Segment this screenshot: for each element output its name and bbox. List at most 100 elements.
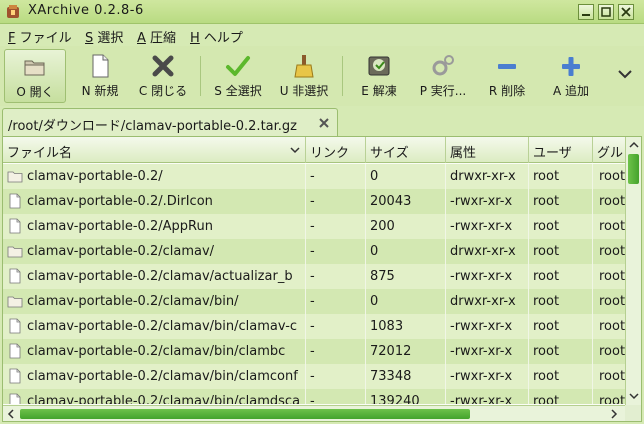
close-window-button[interactable] xyxy=(618,4,634,20)
cell-link: - xyxy=(306,239,366,264)
column-header-attr-label: 属性 xyxy=(450,146,477,161)
menu-help-label: ヘルプ xyxy=(199,31,243,46)
cell-attributes: -rwxr-xr-x xyxy=(446,189,529,214)
delete-button-label: R 削除 xyxy=(488,84,526,98)
tab-archive[interactable]: /root/ダウンロード/clamav-portable-0.2.tar.gz xyxy=(2,108,338,136)
cell-attributes: -rwxr-xr-x xyxy=(446,314,529,339)
cell-size: 875 xyxy=(366,264,446,289)
menu-select[interactable]: S 選択 xyxy=(85,27,123,46)
table-row[interactable]: clamav-portable-0.2/clamav/bin/clamdsca -… xyxy=(3,389,625,404)
file-name: clamav-portable-0.2/clamav/ xyxy=(27,244,215,259)
deselect-button[interactable]: U 非選択 xyxy=(272,49,336,103)
chevron-down-icon[interactable] xyxy=(615,64,635,84)
column-header-group-label: グル xyxy=(597,146,624,161)
cell-link: - xyxy=(306,389,366,404)
cell-user: root xyxy=(529,339,593,364)
file-name: clamav-portable-0.2/clamav/actualizar_b xyxy=(27,269,293,284)
cell-size: 0 xyxy=(366,239,446,264)
file-list: ファイル名 リンク サイズ 属性 ユーザ グル clamav-portable-… xyxy=(2,136,642,422)
extract-button[interactable]: E 解凍 xyxy=(350,49,408,103)
execute-button[interactable]: P 実行... xyxy=(412,49,474,103)
column-header-user[interactable]: ユーザ xyxy=(529,137,593,163)
column-header-group[interactable]: グル xyxy=(593,137,625,163)
minimize-icon xyxy=(582,14,590,16)
minimize-button[interactable] xyxy=(578,4,594,20)
cell-group: root xyxy=(593,239,625,264)
menu-select-label: 選択 xyxy=(93,31,124,46)
add-button[interactable]: A 追加 xyxy=(540,49,602,103)
menu-help[interactable]: H ヘルプ xyxy=(190,27,243,46)
cell-size: 0 xyxy=(366,164,446,189)
scroll-up-icon[interactable] xyxy=(627,138,641,152)
file-icon xyxy=(9,368,21,384)
file-icon xyxy=(9,218,21,234)
table-row[interactable]: clamav-portable-0.2/clamav/bin/clamconf -… xyxy=(3,364,625,389)
file-name: clamav-portable-0.2/ xyxy=(27,169,163,184)
table-row[interactable]: clamav-portable-0.2/clamav/actualizar_b -… xyxy=(3,264,625,289)
delete-button[interactable]: R 削除 xyxy=(478,49,536,103)
column-header-user-label: ユーザ xyxy=(533,146,572,161)
vertical-scroll-thumb[interactable] xyxy=(628,154,639,184)
file-name: clamav-portable-0.2/clamav/bin/clamav-c xyxy=(27,319,298,334)
window-title: XArchive 0.2.8-6 xyxy=(28,3,144,18)
close-archive-button-label: C 閉じる xyxy=(138,84,188,98)
horizontal-scroll-thumb[interactable] xyxy=(20,409,470,419)
open-button[interactable]: O 開く xyxy=(4,49,66,103)
column-header-link-label: リンク xyxy=(310,146,350,161)
table-row[interactable]: clamav-portable-0.2/clamav/ -0 drwxr-xr-x r… xyxy=(3,239,625,264)
maximize-button[interactable] xyxy=(598,4,614,20)
cell-attributes: drwxr-xr-x xyxy=(446,239,529,264)
app-icon xyxy=(7,5,19,18)
execute-button-label: P 実行... xyxy=(419,84,467,98)
column-header-name[interactable]: ファイル名 xyxy=(3,137,306,163)
toolbar-separator xyxy=(200,56,201,96)
column-header-link[interactable]: リンク xyxy=(306,137,366,163)
folder-icon xyxy=(7,171,23,183)
cell-user: root xyxy=(529,389,593,404)
table-row[interactable]: clamav-portable-0.2/-0 drwxr-xr-x root root xyxy=(3,164,625,189)
column-header-name-label: ファイル名 xyxy=(7,146,73,161)
scroll-left-icon[interactable] xyxy=(4,407,18,421)
cell-attributes: -rwxr-xr-x xyxy=(446,339,529,364)
gears-icon xyxy=(432,55,454,76)
column-header-attr[interactable]: 属性 xyxy=(446,137,529,163)
tab-close-icon[interactable] xyxy=(318,117,330,129)
close-icon xyxy=(621,7,631,17)
table-row[interactable]: clamav-portable-0.2/.DirIcon -20043 -rwxr-… xyxy=(3,189,625,214)
xarchive-window: XArchive 0.2.8-6 F ファイル S 選択 A 圧縮 H ヘルプ … xyxy=(0,0,644,424)
file-icon xyxy=(9,343,21,359)
menu-compress-label: 圧縮 xyxy=(145,31,177,46)
table-row[interactable]: clamav-portable-0.2/AppRun -200 -rwxr-xr-x… xyxy=(3,214,625,239)
menu-bar: F ファイル S 選択 A 圧縮 H ヘルプ xyxy=(0,25,644,46)
cell-size: 1083 xyxy=(366,314,446,339)
new-button[interactable]: N 新規 xyxy=(70,49,130,103)
select-all-button[interactable]: S 全選択 xyxy=(206,49,270,103)
menu-compress-mnemonic: A xyxy=(137,31,146,46)
table-row[interactable]: clamav-portable-0.2/clamav/bin/ -0 drwxr-x… xyxy=(3,289,625,314)
scroll-down-icon[interactable] xyxy=(627,389,641,403)
cell-link: - xyxy=(306,364,366,389)
file-icon xyxy=(9,318,21,334)
vertical-scrollbar[interactable] xyxy=(625,137,641,405)
close-archive-button[interactable]: C 閉じる xyxy=(132,49,194,103)
table-row[interactable]: clamav-portable-0.2/clamav/bin/clamav-c -… xyxy=(3,314,625,339)
scroll-right-icon[interactable] xyxy=(607,407,621,421)
cell-name: clamav-portable-0.2/clamav/ xyxy=(3,239,306,264)
cell-size: 73348 xyxy=(366,364,446,389)
file-name: clamav-portable-0.2/clamav/bin/ xyxy=(27,294,239,309)
menu-compress[interactable]: A 圧縮 xyxy=(137,27,176,46)
cell-size: 72012 xyxy=(366,339,446,364)
menu-file[interactable]: F ファイル xyxy=(8,27,72,46)
cell-name: clamav-portable-0.2/clamav/bin/clamconf xyxy=(3,364,306,389)
column-header-size[interactable]: サイズ xyxy=(366,137,446,163)
table-row[interactable]: clamav-portable-0.2/clamav/bin/clambc -72… xyxy=(3,339,625,364)
check-icon xyxy=(226,56,250,76)
cell-user: root xyxy=(529,364,593,389)
title-bar[interactable]: XArchive 0.2.8-6 xyxy=(0,0,644,24)
cell-size: 200 xyxy=(366,214,446,239)
horizontal-scrollbar[interactable] xyxy=(3,405,625,421)
cell-link: - xyxy=(306,264,366,289)
cell-group: root xyxy=(593,164,625,189)
cell-user: root xyxy=(529,314,593,339)
open-button-label: O 開く xyxy=(16,85,54,99)
